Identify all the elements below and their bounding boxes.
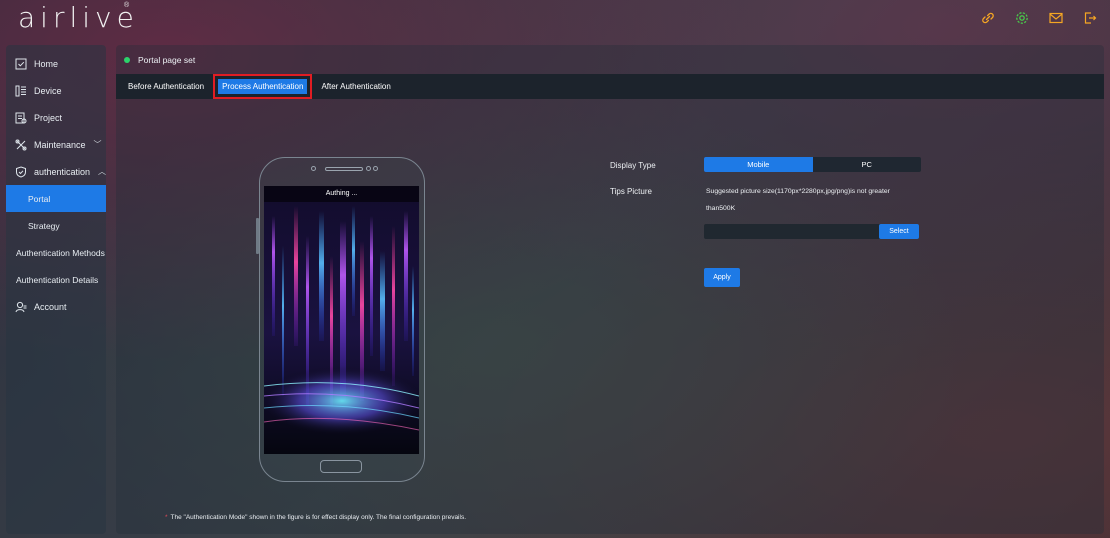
sidebar-subitem-portal[interactable]: Portal bbox=[6, 185, 106, 212]
preview-background-image bbox=[264, 186, 419, 454]
chevron-down-icon: ﹀ bbox=[93, 140, 102, 149]
camera-icon bbox=[366, 166, 371, 171]
tab-before-authentication[interactable]: Before Authentication bbox=[124, 79, 208, 94]
device-icon bbox=[14, 84, 28, 98]
tips-hint-line1: Suggested picture size(1170px*2280px,jpg… bbox=[706, 188, 890, 195]
sidebar-item-label: Device bbox=[34, 85, 62, 96]
registered-mark: ® bbox=[124, 2, 130, 9]
top-bar: airlive bbox=[0, 0, 1110, 36]
sidebar-item-project[interactable]: Project bbox=[6, 104, 106, 131]
logo: airlive bbox=[18, 1, 139, 34]
display-option-mobile[interactable]: Mobile bbox=[704, 157, 813, 172]
home-button-outline bbox=[320, 460, 362, 473]
sidebar-subitem-authentication-details[interactable]: Authentication Details bbox=[6, 266, 106, 293]
sidebar-subitem-label: Authentication Methods bbox=[16, 247, 105, 258]
footnote: * The "Authentication Mode" shown in the … bbox=[165, 514, 466, 521]
sidebar-subitem-authentication-methods[interactable]: Authentication Methods bbox=[6, 239, 106, 266]
tab-after-authentication[interactable]: After Authentication bbox=[317, 79, 394, 94]
chevron-up-icon: ︿ bbox=[98, 167, 106, 176]
display-type-toggle: Mobile PC bbox=[704, 157, 921, 172]
project-icon bbox=[14, 111, 28, 125]
display-type-label: Display Type bbox=[610, 161, 656, 170]
side-button bbox=[256, 218, 259, 254]
sensor-icon bbox=[311, 166, 316, 171]
top-icons bbox=[980, 10, 1098, 26]
screen-title: Authing ... bbox=[264, 186, 419, 202]
sidebar-subitem-label: Strategy bbox=[28, 220, 60, 231]
shield-icon bbox=[14, 165, 28, 179]
main-panel: Portal page set Before Authentication Pr… bbox=[116, 45, 1104, 534]
mail-icon[interactable] bbox=[1048, 10, 1064, 26]
status-dot bbox=[124, 56, 130, 63]
sidebar-item-label: Home bbox=[34, 58, 59, 69]
page-header: Portal page set bbox=[116, 45, 1104, 74]
sidebar-item-label: authentication bbox=[33, 166, 90, 177]
sidebar-item-account[interactable]: Account bbox=[6, 293, 106, 320]
sidebar-item-label: Account bbox=[34, 301, 67, 312]
sidebar-item-device[interactable]: Device bbox=[6, 77, 106, 104]
settings-icon[interactable] bbox=[1014, 10, 1030, 26]
sidebar-item-maintenance[interactable]: Maintenance ﹀ bbox=[6, 131, 106, 158]
sidebar-item-home[interactable]: Home bbox=[6, 50, 106, 77]
tab-bar: Before Authentication Process Authentica… bbox=[116, 74, 1104, 99]
footnote-text: The "Authentication Mode" shown in the f… bbox=[170, 514, 467, 521]
sidebar-item-authentication[interactable]: authentication ︿ bbox=[6, 158, 106, 185]
home-icon bbox=[14, 57, 28, 71]
tab-process-authentication[interactable]: Process Authentication bbox=[213, 74, 313, 99]
maintenance-icon bbox=[14, 138, 28, 152]
display-option-pc[interactable]: PC bbox=[812, 157, 921, 172]
phone-preview: Authing ... bbox=[256, 157, 425, 482]
link-icon[interactable] bbox=[980, 10, 996, 26]
apply-button[interactable]: Apply bbox=[704, 268, 740, 287]
select-button[interactable]: Select bbox=[879, 224, 919, 239]
sidebar-subitem-strategy[interactable]: Strategy bbox=[6, 212, 106, 239]
tips-hint-line2: than500K bbox=[706, 205, 736, 212]
sidebar-subitem-label: Authentication Details bbox=[16, 274, 99, 285]
file-path-field[interactable]: Select bbox=[704, 224, 919, 239]
required-star: * bbox=[165, 514, 168, 521]
page-title: Portal page set bbox=[138, 54, 196, 65]
sidebar-item-label: Maintenance bbox=[34, 139, 86, 150]
sidebar: Home Device Project Maintenance ﹀ authen… bbox=[6, 45, 106, 534]
sidebar-item-label: Project bbox=[34, 112, 63, 123]
phone-screen: Authing ... bbox=[264, 186, 419, 454]
logout-icon[interactable] bbox=[1082, 10, 1098, 26]
account-icon bbox=[14, 300, 28, 314]
speaker-icon bbox=[325, 167, 363, 171]
camera-icon bbox=[373, 166, 378, 171]
tips-picture-label: Tips Picture bbox=[610, 187, 652, 196]
sidebar-subitem-label: Portal bbox=[28, 193, 51, 204]
